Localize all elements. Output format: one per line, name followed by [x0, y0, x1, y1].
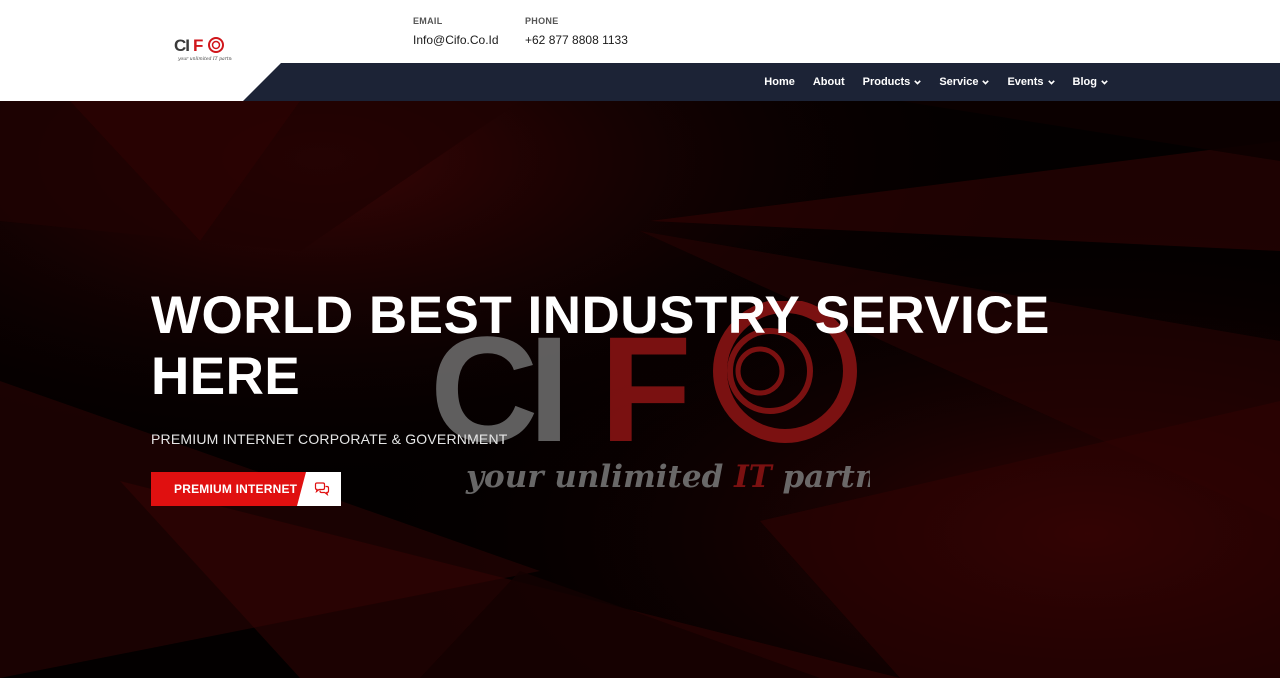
- hero-title-line1: WORLD BEST INDUSTRY SERVICE: [151, 286, 1050, 345]
- svg-text:F: F: [193, 36, 203, 55]
- hero-subtitle: PREMIUM INTERNET CORPORATE & GOVERNMENT: [151, 431, 508, 447]
- nav-item-service[interactable]: Service: [939, 76, 990, 88]
- premium-internet-button[interactable]: PREMIUM INTERNET: [151, 472, 341, 506]
- nav-item-home[interactable]: Home: [764, 76, 795, 88]
- cifo-logo[interactable]: CI F your unlimited IT partner: [172, 33, 232, 63]
- phone-value[interactable]: +62 877 8808 1133: [525, 33, 628, 47]
- nav-item-label: Service: [939, 76, 979, 88]
- nav-item-label: About: [812, 76, 845, 88]
- nav-item-products[interactable]: Products: [863, 76, 922, 88]
- svg-text:your unlimited IT partner: your unlimited IT partner: [177, 56, 232, 62]
- hero-title-line2: HERE: [151, 347, 301, 406]
- svg-text:CI: CI: [174, 36, 189, 55]
- nav-item-label: Home: [764, 76, 795, 88]
- hero-section: CI F your unlimited IT partner WORLD BES…: [0, 101, 1280, 678]
- hero-title: WORLD BEST INDUSTRY SERVICE HERE: [151, 285, 1051, 407]
- nav-item-events[interactable]: Events: [1007, 76, 1055, 88]
- nav-item-label: Events: [1007, 76, 1044, 88]
- nav-item-blog[interactable]: Blog: [1073, 76, 1108, 88]
- contact-phone: PHONE +62 877 8808 1133: [525, 16, 628, 47]
- chevron-down-icon: [1101, 79, 1108, 85]
- chevron-down-icon: [914, 79, 922, 85]
- main-nav: Home About Products Service Events Blog: [764, 63, 1108, 101]
- phone-label: PHONE: [525, 16, 559, 26]
- cta-label: PREMIUM INTERNET: [151, 472, 311, 506]
- site-header: CI F your unlimited IT partner EMAIL Inf…: [0, 0, 1280, 101]
- nav-item-label: Products: [862, 76, 911, 88]
- contact-email: EMAIL Info@Cifo.Co.Id: [413, 16, 499, 47]
- nav-item-label: Blog: [1072, 76, 1097, 88]
- chevron-down-icon: [1047, 79, 1055, 85]
- email-label: EMAIL: [413, 16, 443, 26]
- chevron-down-icon: [982, 79, 990, 85]
- nav-item-about[interactable]: About: [813, 76, 845, 88]
- svg-text:your unlimited IT partner: your unlimited IT partner: [465, 459, 870, 495]
- email-value[interactable]: Info@Cifo.Co.Id: [413, 33, 499, 47]
- main-navbar: Home About Products Service Events Blog: [243, 63, 1280, 101]
